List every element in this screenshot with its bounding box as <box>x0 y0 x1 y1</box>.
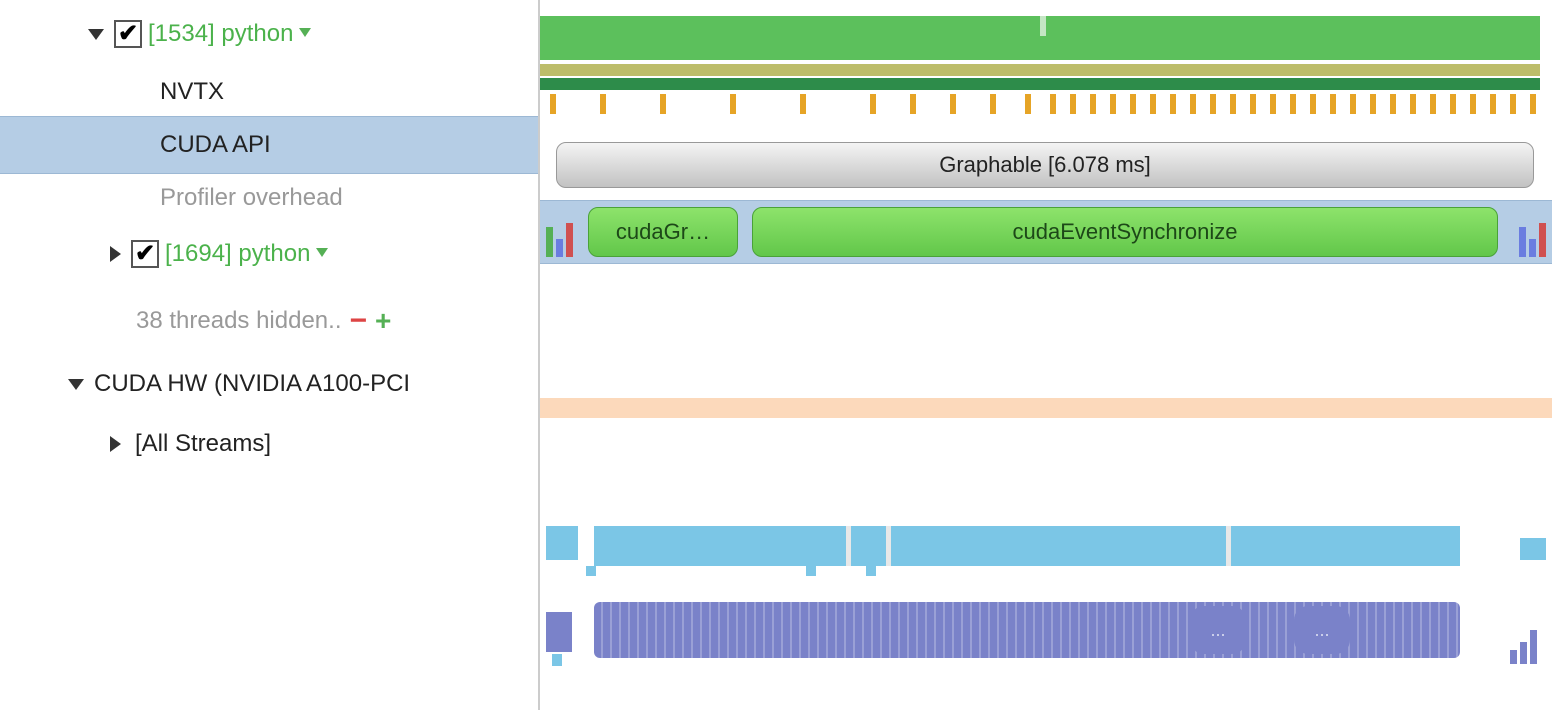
kernel-group-block[interactable]: ... <box>1294 606 1350 654</box>
show-threads-button[interactable]: + <box>375 305 391 337</box>
hidden-threads-label: 38 threads hidden.. <box>136 307 342 335</box>
mini-bars-icon <box>1519 215 1546 257</box>
process-row-1694[interactable]: ✔ [1694] python <box>0 222 538 286</box>
visibility-checkbox[interactable]: ✔ <box>131 240 159 268</box>
dropdown-icon[interactable] <box>316 248 328 257</box>
cuda-hw-label: CUDA HW (NVIDIA A100-PCI <box>94 370 410 398</box>
cuda-call-label: cudaGr… <box>616 219 710 245</box>
thread-activity-bar[interactable] <box>540 16 1540 60</box>
process-label: [1694] python <box>165 240 310 268</box>
cuda-api-label: CUDA API <box>160 131 271 159</box>
nvtx-range-label: Graphable [6.078 ms] <box>939 152 1151 178</box>
profiler-overhead-label: Profiler overhead <box>160 184 343 212</box>
mini-bars-icon <box>1510 628 1546 664</box>
cuda-api-timeline-row: cudaGr… cudaEventSynchronize <box>540 200 1552 264</box>
cuda-call-label: cudaEventSynchronize <box>1012 219 1237 245</box>
row-cuda-api[interactable]: CUDA API <box>0 116 538 174</box>
cuda-hw-stream-row[interactable]: ... ... <box>546 602 1546 664</box>
expand-collapse-icon[interactable] <box>110 436 121 452</box>
row-threads-hidden: 38 threads hidden.. − + <box>0 286 538 356</box>
thread-activity-bar[interactable] <box>540 78 1540 90</box>
cuda-call-block[interactable]: cudaGr… <box>588 207 738 257</box>
thread-activity-bar[interactable] <box>540 64 1540 76</box>
expand-collapse-icon[interactable] <box>110 246 121 262</box>
kernel-group-block[interactable]: ... <box>1190 606 1246 654</box>
timeline-panel[interactable]: Graphable [6.078 ms] cudaGr… cudaEventSy… <box>540 0 1552 710</box>
nvtx-label: NVTX <box>160 78 224 106</box>
expand-collapse-icon[interactable] <box>68 379 84 390</box>
event-ticks <box>540 94 1540 114</box>
row-all-streams[interactable]: [All Streams] <box>0 412 538 476</box>
expand-collapse-icon[interactable] <box>88 29 104 40</box>
row-cuda-hw[interactable]: CUDA HW (NVIDIA A100-PCI <box>0 356 538 412</box>
mini-bars-icon <box>546 215 573 257</box>
process-row-1534[interactable]: ✔ [1534] python <box>0 0 538 68</box>
dropdown-icon[interactable] <box>299 28 311 37</box>
thread-activity-bar[interactable] <box>540 398 1552 418</box>
visibility-checkbox[interactable]: ✔ <box>114 20 142 48</box>
all-streams-label: [All Streams] <box>135 430 271 458</box>
cuda-call-block[interactable]: cudaEventSynchronize <box>752 207 1498 257</box>
cuda-hw-kernel-row[interactable] <box>546 526 1546 576</box>
process-label: [1534] python <box>148 20 293 48</box>
row-nvtx[interactable]: NVTX <box>0 68 538 116</box>
hide-threads-button[interactable]: − <box>350 304 368 338</box>
row-profiler-overhead[interactable]: Profiler overhead <box>0 174 538 222</box>
tree-sidebar: ✔ [1534] python NVTX CUDA API Profiler o… <box>0 0 540 710</box>
nvtx-range-block[interactable]: Graphable [6.078 ms] <box>556 142 1534 188</box>
